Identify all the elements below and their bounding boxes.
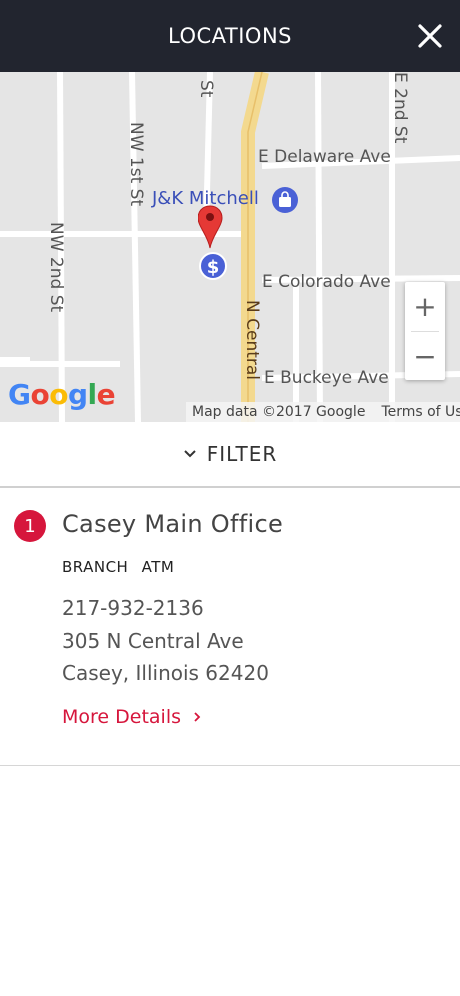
street-label-nw-2nd: NW 2nd St xyxy=(46,222,66,313)
close-icon[interactable] xyxy=(414,20,446,52)
zoom-out-button[interactable]: − xyxy=(405,332,445,381)
map-attribution: Map data ©2017 Google Terms of Use xyxy=(186,402,460,422)
location-pin-icon[interactable]: $ xyxy=(198,204,232,284)
street-label-nw-1st: NW 1st St xyxy=(126,122,146,207)
location-number-badge: 1 xyxy=(14,510,46,542)
svg-text:$: $ xyxy=(207,257,220,278)
street-label-top-st: St xyxy=(196,80,216,98)
filter-toggle[interactable]: FILTER xyxy=(0,422,460,488)
chevron-down-icon xyxy=(184,450,196,458)
location-phone[interactable]: 217-932-2136 xyxy=(62,596,204,620)
street-label-n-central: N Central xyxy=(242,300,262,381)
google-logo[interactable]: Google xyxy=(8,378,116,411)
location-item: 1 Casey Main Office BRANCH ATM 217-932-2… xyxy=(0,490,460,766)
street-label-e-buckeye: E Buckeye Ave xyxy=(264,368,389,388)
location-name: Casey Main Office xyxy=(62,510,284,538)
shopping-bag-icon[interactable] xyxy=(271,186,299,214)
zoom-control: + − xyxy=(405,282,445,380)
google-logo-letter: G xyxy=(8,378,31,411)
google-logo-letter: g xyxy=(67,378,88,411)
location-address-line1: 305 N Central Ave xyxy=(62,629,244,653)
location-types: BRANCH ATM xyxy=(62,558,182,576)
google-logo-letter: o xyxy=(30,378,50,411)
google-logo-letter: e xyxy=(96,378,116,411)
terms-link[interactable]: Terms of Use xyxy=(365,404,460,420)
zoom-in-button[interactable]: + xyxy=(405,282,445,331)
chevron-right-icon xyxy=(194,712,201,722)
google-logo-letter: l xyxy=(87,378,98,411)
more-details-link[interactable]: More Details xyxy=(62,706,201,728)
street-label-e-2nd: E 2nd St xyxy=(390,72,410,144)
location-type-atm: ATM xyxy=(141,558,175,576)
map-view[interactable]: E Delaware Ave E Colorado Ave E Buckeye … xyxy=(0,72,460,422)
page-title: LOCATIONS xyxy=(168,24,292,48)
street-label-e-delaware: E Delaware Ave xyxy=(258,147,391,167)
map-data-credit: Map data ©2017 Google xyxy=(192,404,366,420)
location-address-line2: Casey, Illinois 62420 xyxy=(62,661,269,685)
street-label-e-colorado: E Colorado Ave xyxy=(262,272,391,292)
filter-label: FILTER xyxy=(206,442,278,466)
location-type-branch: BRANCH xyxy=(62,558,129,576)
top-bar: LOCATIONS xyxy=(0,0,460,72)
more-details-label: More Details xyxy=(62,706,182,728)
google-logo-letter: o xyxy=(49,378,68,411)
